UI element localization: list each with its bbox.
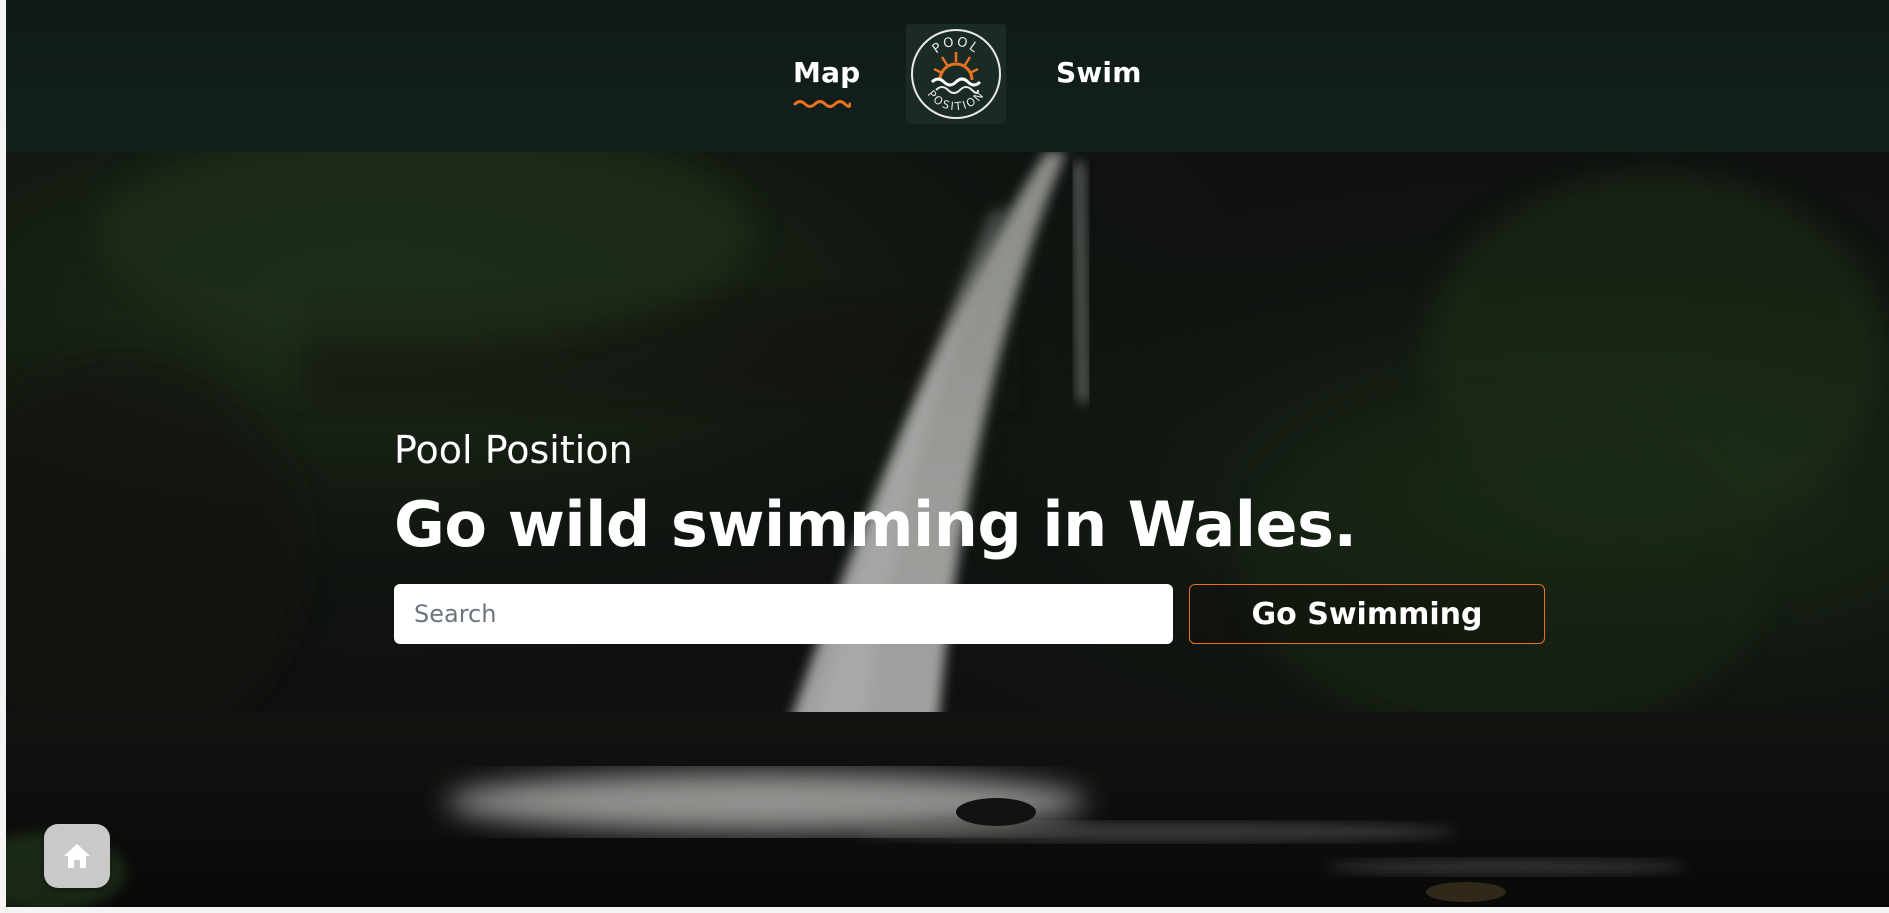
nav-link-swim[interactable]: Swim	[1056, 56, 1142, 96]
home-button[interactable]	[44, 824, 110, 888]
top-navbar: Map POOL POSITION Swim	[6, 0, 1889, 152]
search-input[interactable]	[394, 584, 1173, 644]
hero-section: Pool Position Go wild swimming in Wales.…	[6, 152, 1889, 907]
home-icon	[64, 844, 90, 868]
nav-link-map[interactable]: Map	[793, 56, 860, 96]
hero-subtitle: Pool Position	[394, 428, 633, 472]
pool-position-logo[interactable]: POOL POSITION	[906, 24, 1006, 124]
active-wave-underline-icon	[793, 100, 851, 108]
hero-headline: Go wild swimming in Wales.	[394, 488, 1357, 561]
go-swimming-button[interactable]: Go Swimming	[1189, 584, 1545, 644]
logo-emblem-icon: POOL POSITION	[911, 29, 1001, 119]
app-window: Map POOL POSITION Swim Pool Position Go …	[6, 0, 1889, 907]
